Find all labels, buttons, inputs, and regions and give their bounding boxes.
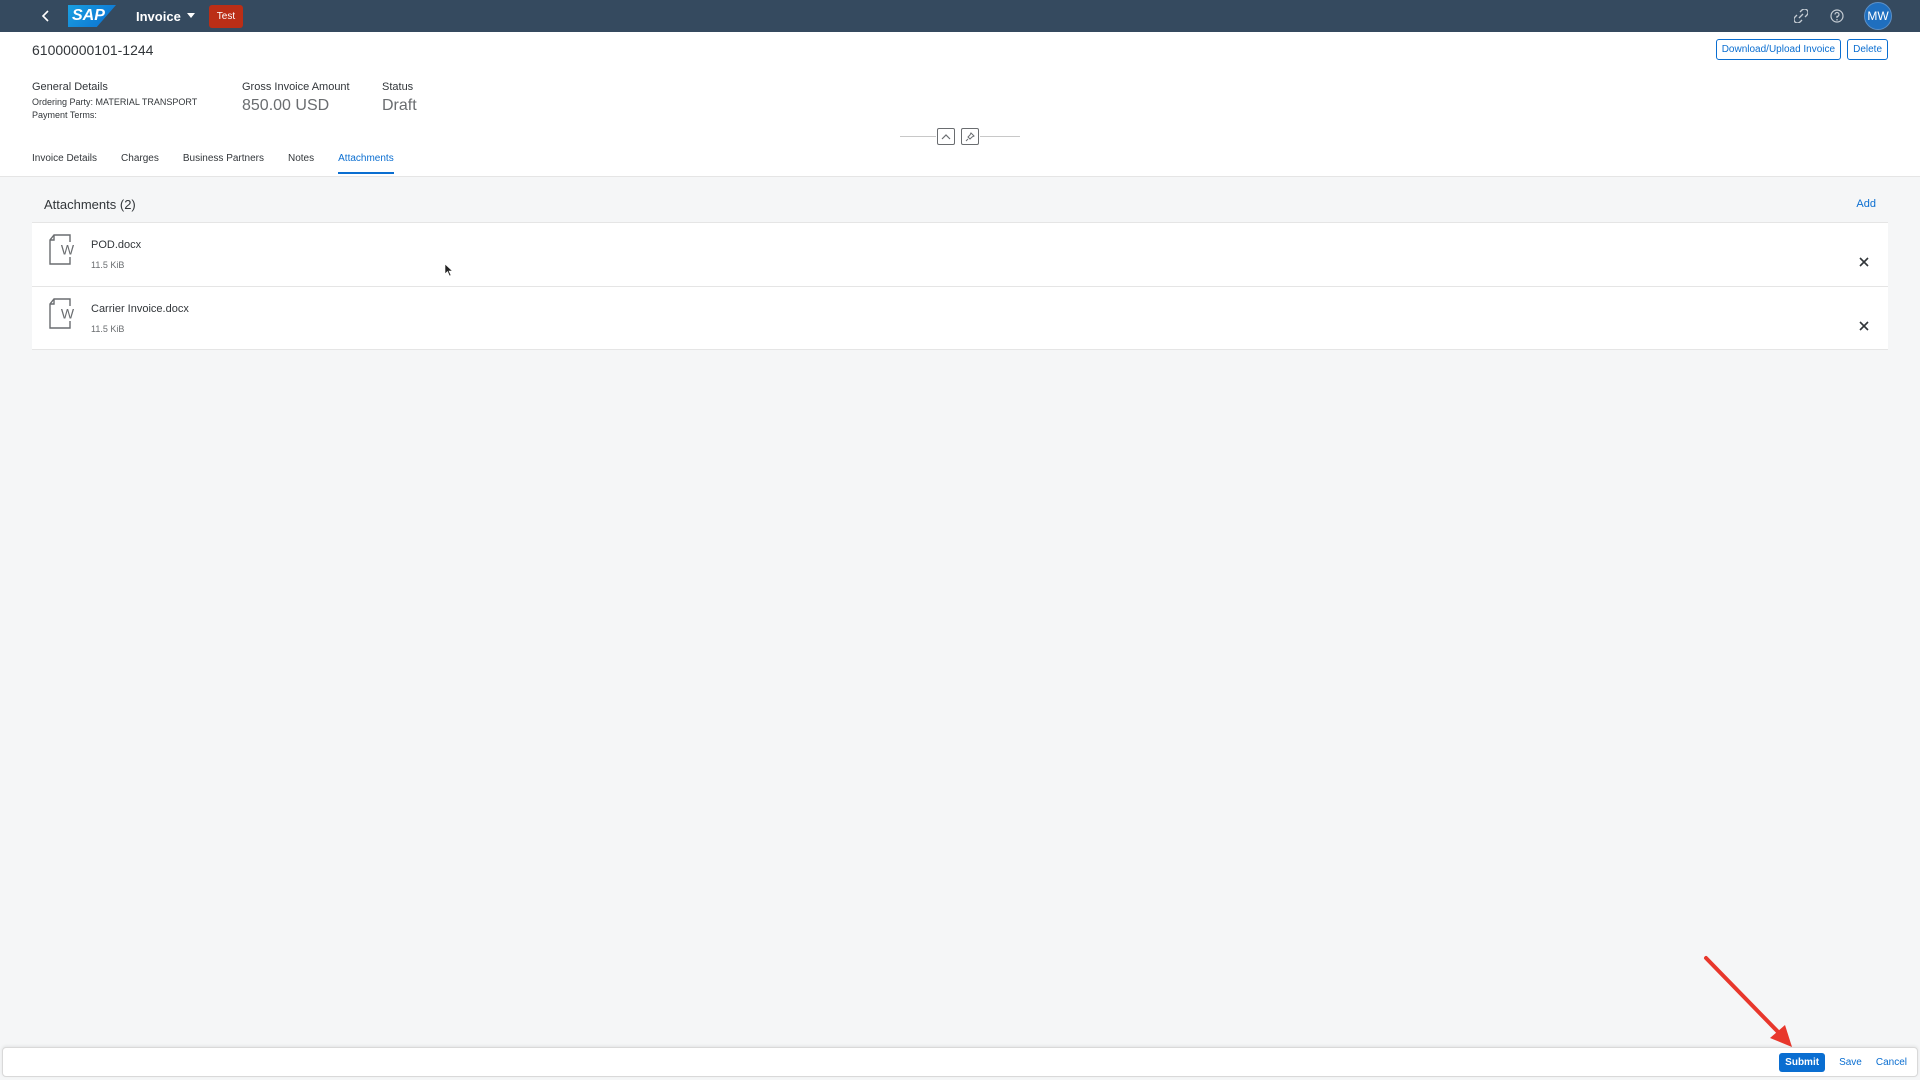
back-button[interactable] (26, 0, 66, 32)
attachment-size: 11.5 KiB (91, 324, 125, 334)
download-upload-invoice-button[interactable]: Download/Upload Invoice (1715, 39, 1842, 60)
tab-notes[interactable]: Notes (288, 153, 314, 174)
object-header: 61000000101-1244 Download/Upload Invoice… (0, 32, 1920, 177)
general-details-label: General Details (32, 81, 108, 93)
page-title: 61000000101-1244 (32, 42, 154, 58)
tab-charges[interactable]: Charges (121, 153, 159, 174)
tab-invoice-details[interactable]: Invoice Details (32, 153, 97, 174)
tab-bar: Invoice Details Charges Business Partner… (32, 153, 394, 174)
attachments-title: Attachments (2) (44, 197, 136, 212)
app-title-menu[interactable]: Invoice (136, 9, 195, 24)
svg-text:W: W (61, 306, 75, 322)
tab-attachments[interactable]: Attachments (338, 153, 394, 174)
header-collapse-bar (900, 126, 1020, 146)
list-item[interactable]: W Carrier Invoice.docx 11.5 KiB (32, 286, 1888, 350)
attachment-name[interactable]: POD.docx (91, 239, 141, 251)
submit-button[interactable]: Submit (1779, 1053, 1826, 1072)
annotation-arrow-icon (1704, 956, 1792, 1047)
attachment-name[interactable]: Carrier Invoice.docx (91, 303, 189, 315)
gross-amount: Gross Invoice Amount 850.00 USD (242, 81, 350, 115)
gross-amount-label: Gross Invoice Amount (242, 81, 350, 93)
attachments-list: W POD.docx 11.5 KiB W Carrier Invoice.do… (32, 222, 1888, 350)
remove-attachment-icon[interactable] (1858, 256, 1870, 268)
word-document-icon: W (49, 234, 76, 265)
save-button[interactable]: Save (1839, 1057, 1862, 1068)
status-label: Status (382, 81, 414, 93)
general-details: General Details Ordering Party: MATERIAL… (32, 81, 197, 120)
footer-toolbar: Submit Save Cancel (2, 1047, 1918, 1077)
svg-text:W: W (61, 242, 75, 258)
list-item[interactable]: W POD.docx 11.5 KiB (32, 222, 1888, 286)
gross-amount-value: 850.00 USD (242, 97, 330, 114)
chevron-up-icon (941, 134, 951, 140)
ordering-party: Ordering Party: MATERIAL TRANSPORT (32, 97, 198, 107)
back-icon (41, 10, 49, 22)
collapse-header-button[interactable] (937, 128, 955, 145)
user-avatar[interactable]: MW (1864, 2, 1892, 30)
remove-attachment-icon[interactable] (1858, 320, 1870, 332)
payment-terms: Payment Terms: (32, 110, 97, 120)
sap-logo[interactable]: SAP (68, 5, 116, 27)
pin-header-button[interactable] (961, 128, 979, 145)
word-document-icon: W (49, 298, 76, 329)
pin-icon (965, 131, 975, 141)
app-title: Invoice (136, 8, 181, 24)
mouse-cursor-icon (444, 263, 454, 277)
link-icon[interactable] (1792, 7, 1810, 25)
system-badge: Test (208, 4, 244, 28)
delete-button[interactable]: Delete (1847, 39, 1888, 60)
help-icon[interactable] (1828, 7, 1846, 25)
add-attachment-link[interactable]: Add (1856, 198, 1876, 210)
shell-bar: SAP Invoice Test MW (0, 0, 1920, 32)
status-value: Draft (382, 97, 417, 114)
caret-down-icon (186, 13, 195, 18)
attachment-size: 11.5 KiB (91, 260, 125, 270)
cancel-button[interactable]: Cancel (1876, 1057, 1907, 1068)
tab-business-partners[interactable]: Business Partners (183, 153, 264, 174)
status: Status Draft (382, 81, 417, 115)
